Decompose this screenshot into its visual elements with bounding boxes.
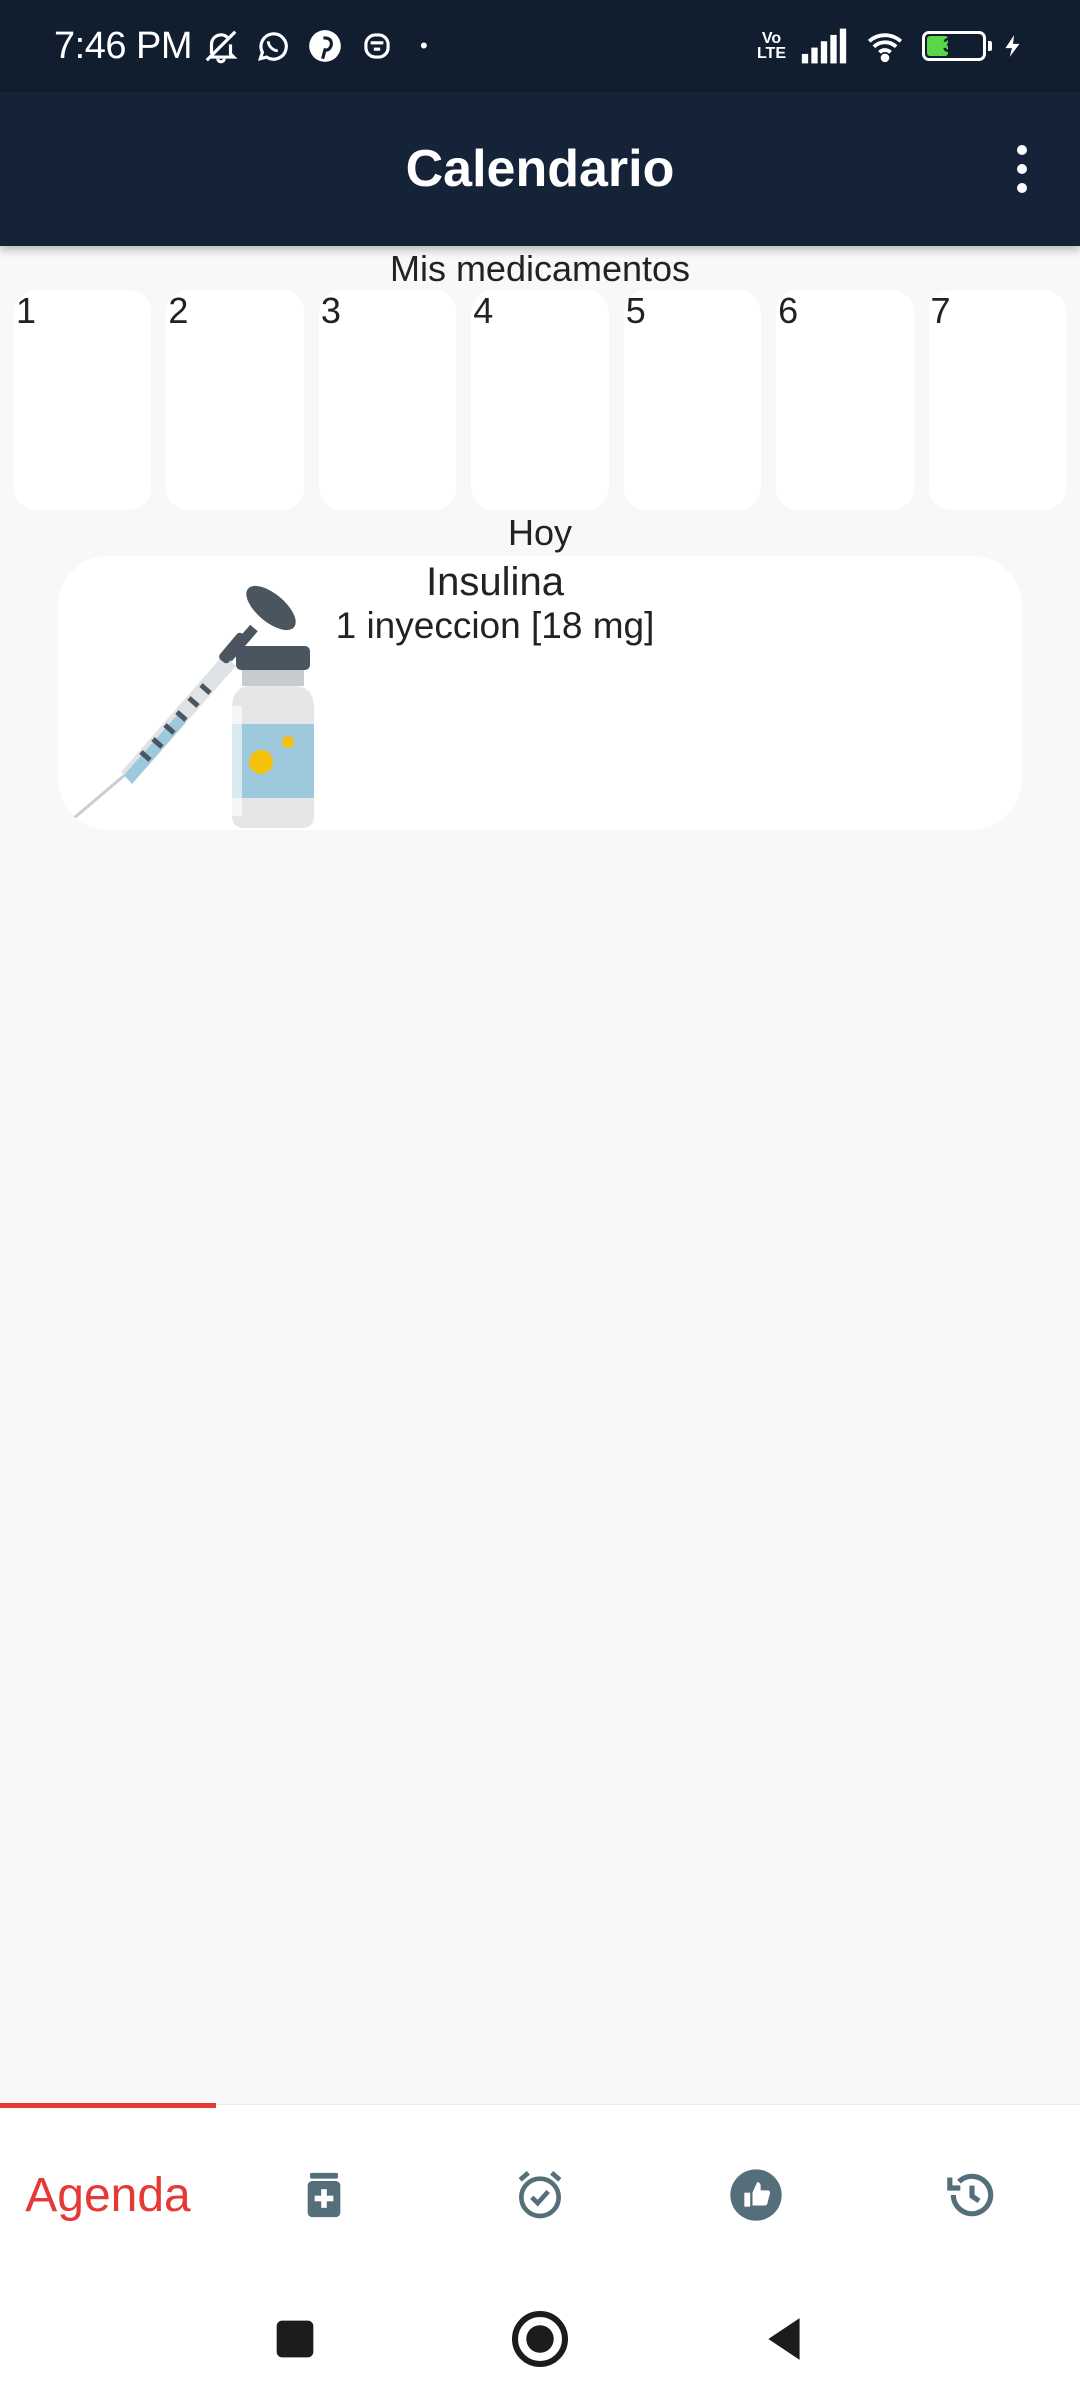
tab-agenda[interactable]: Agenda [0, 2105, 216, 2285]
whatsapp-icon [257, 32, 288, 61]
active-tab-indicator [0, 2103, 216, 2108]
day-cell[interactable]: 5 [623, 290, 762, 510]
tab-alarms[interactable] [432, 2105, 648, 2285]
medication-box-icon [307, 2172, 341, 2218]
section-title: Mis medicamentos [389, 248, 691, 289]
week-calendar: 1 2 3 4 5 6 7 [14, 290, 1066, 510]
more-vert-icon[interactable] [982, 129, 1062, 209]
alarm-check-icon [518, 2171, 562, 2219]
status-time: 7:46 PM [54, 24, 193, 67]
today-label: Hoy [507, 512, 573, 553]
app-notification-icon [364, 33, 390, 59]
battery-icon: 38 [922, 31, 992, 61]
page-title: Calendario [405, 140, 675, 198]
status-dot: • [420, 33, 428, 58]
pinterest-icon [309, 30, 341, 62]
tab-history[interactable] [864, 2105, 1080, 2285]
wifi-icon [867, 33, 903, 63]
day-number: 4 [473, 290, 494, 331]
home-circle-icon[interactable] [505, 2304, 575, 2374]
status-system-icons: Vo LTE 38 [757, 27, 1026, 65]
volte-icon: Vo LTE [756, 30, 786, 62]
status-notification-icons: • [202, 27, 428, 65]
system-navigation-bar [0, 2284, 1080, 2400]
day-number: 3 [320, 290, 341, 331]
day-cell[interactable]: 1 [14, 290, 152, 510]
day-cell[interactable]: 6 [776, 290, 914, 510]
notifications-muted-icon [205, 30, 238, 64]
recents-square-icon[interactable] [260, 2304, 330, 2374]
charging-icon [1005, 35, 1020, 57]
thumb-up-icon [730, 2169, 782, 2221]
day-number: 1 [16, 290, 37, 331]
day-number: 5 [625, 290, 646, 331]
day-cell[interactable]: 3 [318, 290, 457, 510]
day-cell[interactable]: 2 [166, 290, 304, 510]
status-bar: 7:46 PM • Vo LTE 38 [0, 0, 1080, 92]
app-bar: Calendario [0, 92, 1080, 246]
day-cell[interactable]: 7 [928, 290, 1066, 510]
back-triangle-icon[interactable] [750, 2304, 820, 2374]
day-cell[interactable]: 4 [471, 290, 609, 510]
day-number: 2 [168, 290, 189, 331]
bottom-navigation: Agenda [0, 2103, 1080, 2285]
day-number: 6 [778, 290, 799, 331]
battery-level: 38 [942, 34, 966, 57]
day-number: 7 [930, 290, 951, 331]
tab-feedback[interactable] [648, 2105, 864, 2285]
signal-icon [801, 28, 847, 64]
medication-name: Insulina [426, 560, 564, 604]
history-icon [947, 2173, 994, 2217]
medication-dose: 1 inyeccion [18 mg] [335, 605, 655, 646]
tab-agenda-label: Agenda [25, 2168, 191, 2222]
tab-medications[interactable] [216, 2105, 432, 2285]
